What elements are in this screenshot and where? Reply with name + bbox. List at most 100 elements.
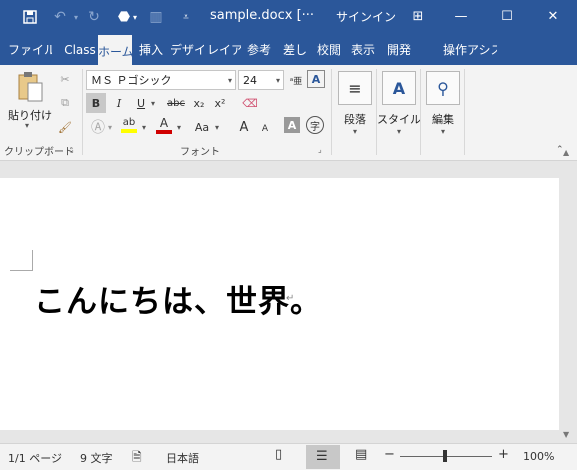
character-border-icon[interactable]: A	[307, 70, 325, 88]
web-layout-icon[interactable]: ▤	[355, 447, 367, 462]
cut-icon[interactable]: ✂	[55, 69, 75, 89]
font-group-label: フォント	[180, 147, 220, 158]
strikethrough-button[interactable]: abc	[164, 93, 188, 113]
scroll-up-arrow-icon[interactable]: ▲	[563, 148, 569, 157]
ribbon-tabs: ファイル Class ホーム 挿入 デザイ レイア 参考 差し 校閲 表示 開発…	[0, 33, 577, 89]
italic-button[interactable]: I	[109, 93, 129, 113]
read-mode-icon[interactable]: ▯	[275, 447, 282, 462]
font-color-dropdown-icon[interactable]: ▾	[177, 123, 181, 132]
divider	[82, 69, 83, 155]
tab-review[interactable]: 校閲	[314, 35, 344, 65]
tab-insert[interactable]: 挿入	[136, 35, 166, 65]
proofing-icon[interactable]: 🗎	[132, 448, 142, 469]
tab-references[interactable]: 参考	[244, 35, 274, 65]
title-bar: ↶ ▾ ↻ ⬣ ▾ ▥ ⩡ sample.docx [··· サインイン ⊞ —…	[0, 0, 577, 33]
redo-icon[interactable]: ↻	[84, 7, 104, 27]
chevron-down-icon: ▾	[440, 127, 445, 136]
language[interactable]: 日本語	[166, 450, 199, 466]
font-color-swatch	[156, 129, 172, 134]
chevron-down-icon: ▾	[352, 127, 357, 136]
customize-qat-icon[interactable]: ⩡	[176, 7, 196, 27]
editing-button[interactable]: ⚲ 編集 ▾	[420, 71, 466, 136]
clipboard-launcher-icon[interactable]: ⌟	[70, 145, 74, 154]
signin-link[interactable]: サインイン	[336, 8, 396, 25]
chevron-down-icon[interactable]: ▾	[276, 71, 280, 91]
ribbon-home: 貼り付け ▾ ✂ ⧉ 🖌 クリップボード ⌟ ＭＳ Ｐゴシック ▾ 24 ▾ ᵃ…	[0, 65, 577, 161]
change-case-button[interactable]: Aa	[190, 117, 214, 137]
undo-dropdown-icon[interactable]: ▾	[70, 7, 82, 27]
clipboard-group-label: クリップボード	[4, 147, 74, 158]
tell-me-search[interactable]: 操作アシス	[443, 35, 497, 65]
subscript-button[interactable]: x₂	[189, 93, 209, 113]
zoom-level[interactable]: 100%	[523, 450, 554, 463]
highlight-dropdown-icon[interactable]: ▾	[142, 123, 146, 132]
paragraph-icon: ≡	[338, 71, 372, 105]
tab-home[interactable]: ホーム	[98, 35, 132, 67]
document-text[interactable]: こんにちは、世界。	[34, 276, 322, 321]
zoom-out-button[interactable]: −	[384, 447, 395, 462]
font-size-field[interactable]: 24 ▾	[238, 70, 284, 90]
phonetic-guide-icon[interactable]: ᵃ亜	[286, 70, 306, 90]
paragraph-mark: ↵	[286, 293, 295, 304]
maximize-button[interactable]: ☐	[484, 0, 530, 33]
font-size-value: 24	[243, 74, 257, 87]
highlight-color-button[interactable]: ab	[119, 115, 139, 135]
styles-button[interactable]: A スタイル ▾	[376, 71, 422, 136]
styles-label: スタイル	[377, 113, 421, 126]
underline-dropdown-icon[interactable]: ▾	[151, 99, 155, 108]
tab-developer[interactable]: 開発	[384, 35, 414, 65]
word-count[interactable]: 9 文字	[80, 450, 113, 466]
grow-font-button[interactable]: A	[234, 117, 254, 137]
print-layout-button[interactable]: ☰	[306, 445, 340, 469]
paste-dropdown-icon[interactable]: ▾	[25, 121, 29, 130]
ribbon-display-options-icon[interactable]: ⊞	[395, 0, 441, 33]
shapes-dropdown-icon[interactable]: ▾	[130, 7, 140, 27]
chevron-down-icon[interactable]: ▾	[228, 71, 232, 91]
tab-mailings[interactable]: 差し	[279, 35, 311, 65]
font-name-value: ＭＳ Ｐゴシック	[91, 74, 172, 87]
chevron-down-icon: ▾	[396, 127, 401, 136]
text-effects-dropdown-icon[interactable]: ▾	[108, 123, 112, 132]
paste-icon[interactable]	[16, 71, 46, 105]
change-case-dropdown-icon[interactable]: ▾	[215, 123, 219, 132]
format-painter-icon[interactable]: 🖌	[55, 117, 75, 137]
tab-file[interactable]: ファイル	[8, 35, 52, 65]
font-launcher-icon[interactable]: ⌟	[318, 145, 322, 154]
save-icon[interactable]	[20, 7, 40, 27]
layout-icon[interactable]: ▥	[146, 7, 166, 27]
status-bar: 1/1 ページ 9 文字 🗎 日本語 ▯ ☰ ▤ − + 100%	[0, 443, 577, 470]
paste-label[interactable]: 貼り付け	[8, 107, 52, 123]
font-name-field[interactable]: ＭＳ Ｐゴシック ▾	[86, 70, 236, 90]
tab-view[interactable]: 表示	[348, 35, 378, 65]
zoom-in-button[interactable]: +	[498, 447, 509, 462]
font-color-button[interactable]: A	[154, 115, 174, 135]
underline-button[interactable]: U	[131, 93, 151, 113]
undo-icon[interactable]: ↶	[50, 7, 70, 27]
tab-layout[interactable]: レイア	[207, 35, 241, 65]
scroll-down-arrow-icon[interactable]: ▼	[563, 430, 569, 439]
shrink-font-button[interactable]: A	[255, 119, 275, 139]
tab-class[interactable]: Class	[62, 35, 98, 65]
vertical-scrollbar[interactable]	[559, 161, 577, 443]
highlight-swatch	[121, 129, 137, 133]
minimize-button[interactable]: —	[438, 0, 484, 33]
copy-icon[interactable]: ⧉	[55, 93, 75, 113]
superscript-button[interactable]: x²	[210, 93, 230, 113]
document-title: sample.docx [···	[210, 8, 315, 23]
page-count[interactable]: 1/1 ページ	[8, 450, 62, 466]
paragraph-label: 段落	[344, 113, 366, 126]
text-effects-icon[interactable]: Ⓐ	[88, 117, 108, 137]
bold-button[interactable]: B	[86, 93, 106, 113]
zoom-slider-thumb[interactable]	[443, 450, 447, 462]
enclose-characters-button[interactable]: 字	[306, 116, 324, 134]
search-icon: ⚲	[426, 71, 460, 105]
tab-design[interactable]: デザイ	[170, 35, 204, 65]
margin-corner-mark	[10, 250, 33, 271]
styles-icon: A	[382, 71, 416, 105]
character-shading-button[interactable]: A	[284, 117, 300, 133]
close-button[interactable]: ✕	[530, 0, 576, 33]
paragraph-button[interactable]: ≡ 段落 ▾	[332, 71, 378, 136]
print-layout-icon: ☰	[316, 449, 328, 464]
clear-formatting-icon[interactable]: ⌫	[240, 93, 260, 113]
divider	[464, 69, 465, 155]
